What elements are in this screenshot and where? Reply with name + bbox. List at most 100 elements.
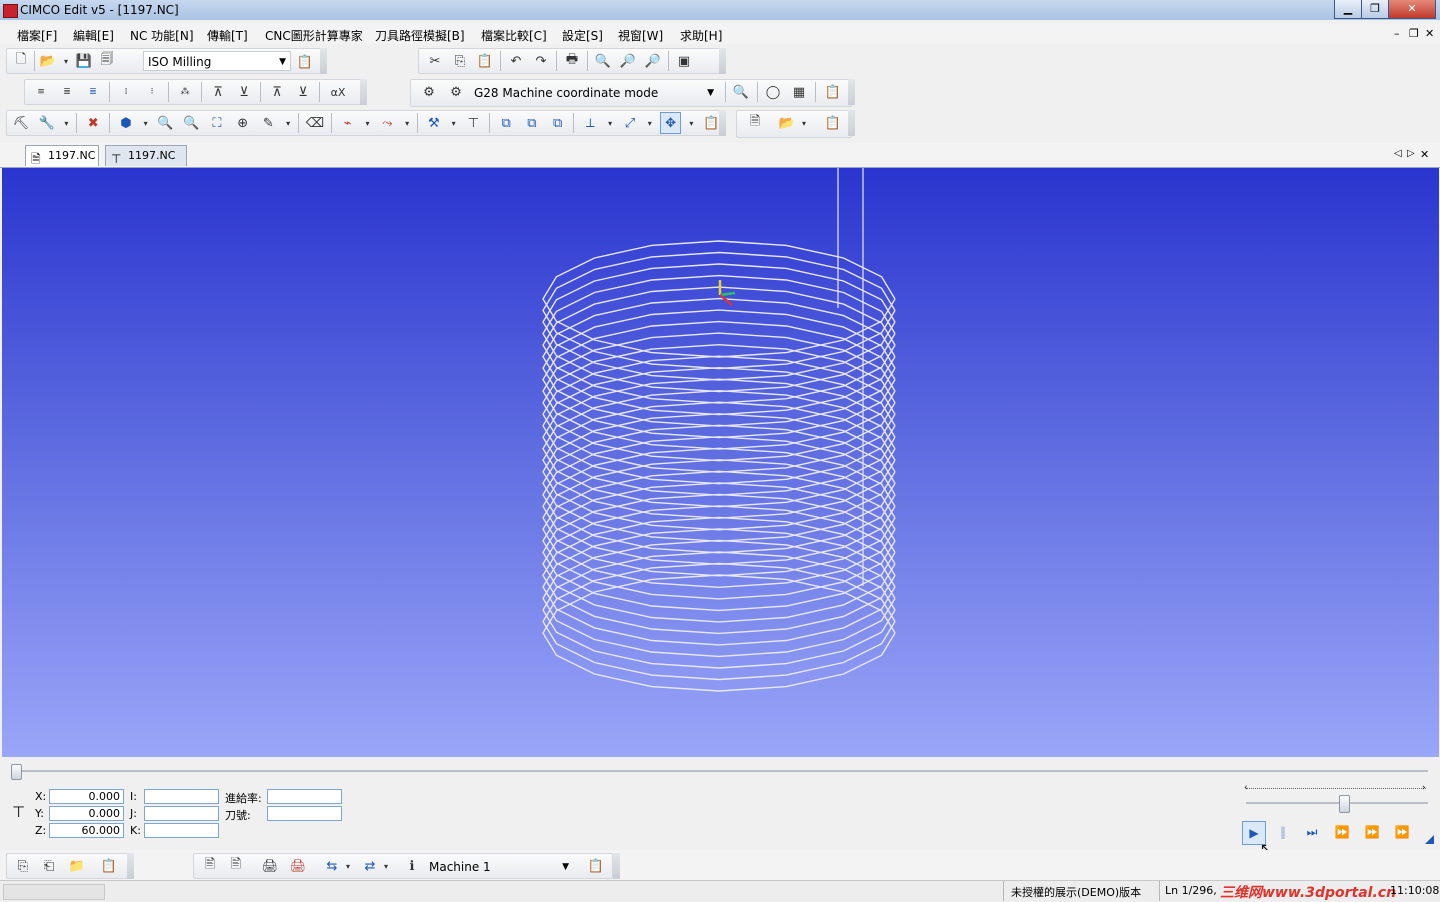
- dropdown-arrow-icon[interactable]: ▾: [344, 856, 352, 876]
- dropdown-arrow-icon[interactable]: ▾: [62, 113, 70, 133]
- minimize-button[interactable]: ▁: [1334, 0, 1362, 19]
- copy-icon[interactable]: ⎘: [13, 856, 33, 876]
- clipboard-icon[interactable]: 📋: [295, 52, 315, 72]
- zoom-out-icon[interactable]: 🔍: [181, 113, 201, 133]
- dropdown-arrow-icon[interactable]: ▾: [61, 51, 71, 71]
- dropdown-arrow-icon[interactable]: ▾: [450, 113, 458, 133]
- dropdown-arrow-icon[interactable]: ▾: [142, 113, 150, 133]
- menu-nc-functions[interactable]: NC 功能[N]: [130, 27, 194, 44]
- dropdown-arrow-icon[interactable]: ▾: [284, 113, 292, 133]
- toolbar-grip[interactable]: [848, 110, 855, 136]
- rapid-path-icon[interactable]: ⤳: [377, 113, 397, 133]
- toolbar-grip[interactable]: [320, 48, 327, 74]
- menu-file[interactable]: 檔案[F]: [17, 27, 57, 44]
- block-numbers-icon[interactable]: ⁂: [175, 82, 195, 102]
- eraser-icon[interactable]: ⌫: [305, 113, 325, 133]
- paste-icon[interactable]: 📋: [475, 51, 495, 71]
- table-icon[interactable]: ▦: [789, 82, 809, 102]
- speed-slider-track[interactable]: [1246, 802, 1428, 804]
- coordinate-system-icon[interactable]: ⤢: [620, 113, 640, 133]
- zoom-window-icon[interactable]: ⊕: [233, 113, 253, 133]
- cancel-transfer-icon[interactable]: 🖨: [288, 856, 308, 876]
- receive-file-icon[interactable]: 🖹: [226, 856, 246, 876]
- speed-left-arrow-icon[interactable]: ‹: [1244, 783, 1248, 793]
- clipboard-icon[interactable]: 📋: [586, 856, 606, 876]
- mdi-close-button[interactable]: ✕: [1425, 27, 1434, 40]
- open-folder-icon[interactable]: 📂: [38, 51, 58, 71]
- print-icon[interactable]: 🖶: [562, 51, 582, 71]
- toolbar-grip[interactable]: [719, 110, 726, 136]
- view-iso-icon[interactable]: ⧉: [548, 113, 568, 133]
- undo-icon[interactable]: ↶: [506, 51, 526, 71]
- menu-file-compare[interactable]: 檔案比較[C]: [481, 27, 547, 44]
- tab-next-button[interactable]: ▷: [1407, 148, 1415, 159]
- open-folder-icon[interactable]: 📂: [777, 113, 797, 133]
- delete-tool-icon[interactable]: ✖: [83, 113, 103, 133]
- tool-display-icon[interactable]: ⚒: [424, 113, 444, 133]
- clipboard-icon[interactable]: 📋: [823, 82, 843, 102]
- remove-comment-icon[interactable]: ⊻: [293, 82, 313, 102]
- menu-window[interactable]: 視窗[W]: [618, 27, 663, 44]
- send-file-icon[interactable]: 🖹: [200, 856, 220, 876]
- dropdown-arrow-icon[interactable]: ▾: [687, 113, 695, 133]
- redo-icon[interactable]: ↷: [531, 51, 551, 71]
- insert-spaces-icon[interactable]: ⁞: [116, 82, 136, 102]
- axis-icon[interactable]: ⟂: [580, 113, 600, 133]
- pause-icon[interactable]: ‖: [1272, 821, 1294, 843]
- dropdown-arrow-icon[interactable]: ▾: [799, 113, 809, 133]
- dropdown-arrow-icon[interactable]: ▾: [646, 113, 654, 133]
- coordinate-mode-select[interactable]: G28 Machine coordinate mode ▼: [469, 82, 719, 102]
- mdi-minimize-button[interactable]: –: [1394, 27, 1400, 40]
- toolbar-grip[interactable]: [719, 48, 726, 74]
- view-top-icon[interactable]: ⧉: [496, 113, 516, 133]
- tab-prev-button[interactable]: ◁: [1394, 148, 1402, 159]
- transfer-settings-icon[interactable]: ⇄: [360, 856, 380, 876]
- new-file-icon[interactable]: 🗋: [11, 51, 31, 71]
- menu-settings[interactable]: 設定[S]: [562, 27, 603, 44]
- close-button[interactable]: ✕: [1388, 0, 1436, 19]
- view-front-icon[interactable]: ⧉: [522, 113, 542, 133]
- menu-backplot[interactable]: 刀具路徑模擬[B]: [375, 27, 465, 44]
- save-all-icon[interactable]: 🗐: [97, 51, 117, 71]
- menu-help[interactable]: 求助[H]: [680, 27, 722, 44]
- bulb-icon[interactable]: ◯: [763, 82, 783, 102]
- menu-transmission[interactable]: 傳輸[T]: [207, 27, 248, 44]
- tab-backplot[interactable]: ⊤ 1197.NC: [105, 145, 187, 166]
- cut-icon[interactable]: ✂: [425, 51, 445, 71]
- machine-type-select[interactable]: ISO Milling ▼: [143, 51, 291, 71]
- toolbar-grip[interactable]: [613, 853, 620, 879]
- gear-icon[interactable]: ⚙: [419, 82, 439, 102]
- maximize-button[interactable]: ❐: [1361, 0, 1389, 19]
- paste-icon[interactable]: ⎗: [39, 856, 59, 876]
- dropdown-arrow-icon[interactable]: ▾: [364, 113, 372, 133]
- resize-corner-icon[interactable]: [1425, 835, 1434, 844]
- tool-icon[interactable]: 🔧: [37, 113, 57, 133]
- save-icon[interactable]: 💾: [74, 51, 94, 71]
- zoom-fit-icon[interactable]: ⛶: [207, 113, 227, 133]
- solid-icon[interactable]: ⬢: [116, 113, 136, 133]
- menu-edit[interactable]: 編輯[E]: [73, 27, 114, 44]
- step-z-icon[interactable]: ⏩: [1361, 821, 1383, 843]
- machine-info-icon[interactable]: ℹ: [402, 856, 422, 876]
- step-icon[interactable]: ⏭: [1301, 821, 1323, 843]
- progress-slider-thumb[interactable]: [11, 764, 22, 780]
- transfer-icon[interactable]: ⇆: [322, 856, 342, 876]
- dropdown-arrow-icon[interactable]: ▾: [382, 856, 390, 876]
- machine-select[interactable]: Machine 1 ▼: [424, 856, 574, 876]
- dropdown-arrow-icon[interactable]: ▾: [403, 113, 411, 133]
- menu-cnc-calculator[interactable]: CNC圖形計算專家: [265, 27, 363, 44]
- insert-comment-icon[interactable]: ⊼: [267, 82, 287, 102]
- toolpath-display-icon[interactable]: ✥: [659, 112, 682, 134]
- toolbar-grip[interactable]: [360, 79, 367, 105]
- copy-icon[interactable]: ⎘: [450, 51, 470, 71]
- insert-numbers-icon[interactable]: ≣: [83, 82, 103, 102]
- backplot-viewport[interactable]: [2, 168, 1439, 757]
- step-over-icon[interactable]: ⏩: [1331, 821, 1353, 843]
- path-icon[interactable]: ⌁: [338, 113, 358, 133]
- folder-icon[interactable]: 📁: [67, 856, 87, 876]
- toolbar-grip[interactable]: [127, 853, 134, 879]
- mdi-restore-button[interactable]: ❐: [1409, 27, 1419, 40]
- remove-spaces-icon[interactable]: ⁝: [142, 82, 162, 102]
- brush-icon[interactable]: ✎: [259, 113, 279, 133]
- swap-axes-button[interactable]: αX: [326, 82, 350, 102]
